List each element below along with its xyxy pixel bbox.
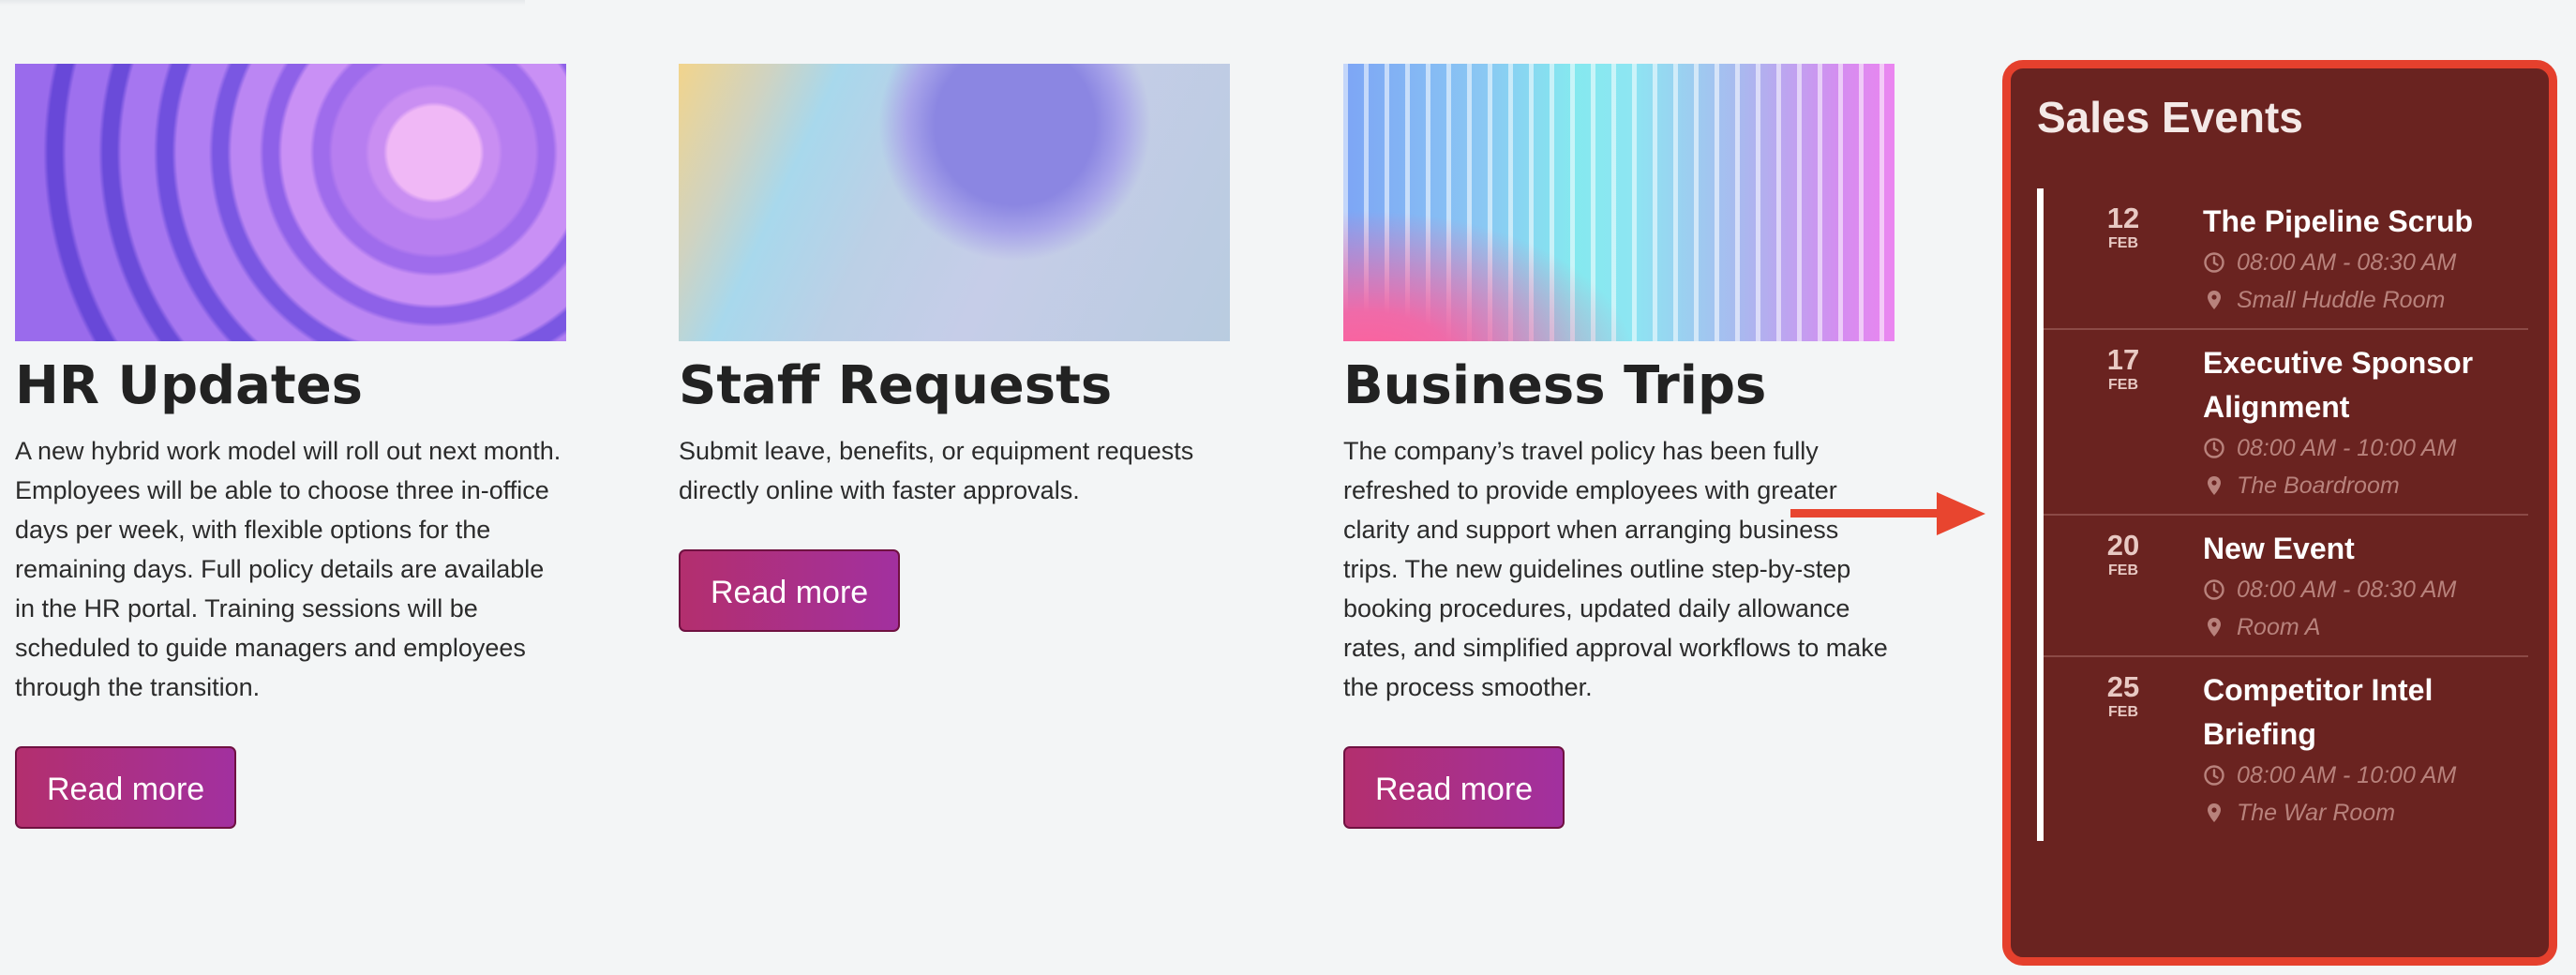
event-location-text: The Boardroom xyxy=(2237,472,2400,499)
event-item[interactable]: 12 FEB The Pipeline Scrub 08:00 AM - 08:… xyxy=(2044,188,2528,330)
card-text: Submit leave, benefits, or equipment req… xyxy=(679,437,1194,504)
event-title[interactable]: Competitor Intel Briefing xyxy=(2203,668,2528,757)
event-time-text: 08:00 AM - 08:30 AM xyxy=(2237,577,2457,603)
event-month: FEB xyxy=(2108,377,2138,393)
clock-icon xyxy=(2204,438,2224,458)
events-list: 12 FEB The Pipeline Scrub 08:00 AM - 08:… xyxy=(2037,188,2528,841)
event-month: FEB xyxy=(2108,704,2138,720)
event-item[interactable]: 20 FEB New Event 08:00 AM - 08:30 AM Roo… xyxy=(2044,516,2528,657)
map-pin-icon xyxy=(2208,618,2221,637)
event-location: The War Room xyxy=(2203,794,2528,832)
card-title: Business Trips xyxy=(1343,355,1767,416)
event-day: 12 xyxy=(2106,202,2140,234)
event-title[interactable]: New Event xyxy=(2203,527,2528,571)
clock-icon xyxy=(2204,252,2224,273)
arrow-shaft xyxy=(1790,509,1940,518)
event-date: 20 FEB xyxy=(2044,527,2203,646)
event-location: Small Huddle Room xyxy=(2203,281,2528,319)
clock-icon xyxy=(2204,765,2224,786)
event-title[interactable]: The Pipeline Scrub xyxy=(2203,200,2528,244)
event-time: 08:00 AM - 08:30 AM xyxy=(2203,571,2528,608)
event-time-text: 08:00 AM - 08:30 AM xyxy=(2237,249,2457,276)
event-day: 20 xyxy=(2106,529,2140,562)
news-card-hr-updates: HR Updates A new hybrid work model will … xyxy=(15,64,566,829)
header-shadow xyxy=(0,0,525,6)
card-title: Staff Requests xyxy=(679,355,1113,416)
map-pin-icon xyxy=(2208,476,2221,495)
event-item[interactable]: 25 FEB Competitor Intel Briefing 08:00 A… xyxy=(2044,657,2528,841)
event-location-text: Small Huddle Room xyxy=(2237,287,2446,313)
event-title[interactable]: Executive Sponsor Alignment xyxy=(2203,341,2528,429)
event-body: New Event 08:00 AM - 08:30 AM Room A xyxy=(2203,527,2528,646)
event-item[interactable]: 17 FEB Executive Sponsor Alignment 08:00… xyxy=(2044,330,2528,516)
clock-icon xyxy=(2204,579,2224,600)
event-day: 17 xyxy=(2106,343,2140,376)
card-text: A new hybrid work model will roll out ne… xyxy=(15,437,562,701)
card-image-business-trips xyxy=(1343,64,1895,341)
event-location: The Boardroom xyxy=(2203,467,2528,504)
event-body: Executive Sponsor Alignment 08:00 AM - 1… xyxy=(2203,341,2528,504)
news-card-business-trips: Business Trips The company’s travel poli… xyxy=(1343,64,1895,829)
event-date: 12 FEB xyxy=(2044,200,2203,319)
read-more-button[interactable]: Read more xyxy=(1343,746,1565,829)
event-time: 08:00 AM - 08:30 AM xyxy=(2203,244,2528,281)
map-pin-icon xyxy=(2208,291,2221,309)
read-more-button[interactable]: Read more xyxy=(15,746,237,829)
events-title: Sales Events xyxy=(2037,93,2303,142)
card-text: The company’s travel policy has been ful… xyxy=(1343,437,1888,701)
event-month: FEB xyxy=(2108,562,2138,578)
map-pin-icon xyxy=(2208,803,2221,822)
event-date: 25 FEB xyxy=(2044,668,2203,832)
arrow-right-icon xyxy=(1790,492,1985,535)
event-time: 08:00 AM - 10:00 AM xyxy=(2203,757,2528,794)
event-body: The Pipeline Scrub 08:00 AM - 08:30 AM S… xyxy=(2203,200,2528,319)
event-month: FEB xyxy=(2108,235,2138,251)
card-title: HR Updates xyxy=(15,355,363,416)
read-more-button[interactable]: Read more xyxy=(679,549,901,632)
event-day: 25 xyxy=(2106,670,2140,703)
event-time-text: 08:00 AM - 10:00 AM xyxy=(2237,435,2457,461)
event-time-text: 08:00 AM - 10:00 AM xyxy=(2237,762,2457,788)
card-image-hr-updates xyxy=(15,64,566,341)
news-card-staff-requests: Staff Requests Submit leave, benefits, o… xyxy=(679,64,1230,632)
event-body: Competitor Intel Briefing 08:00 AM - 10:… xyxy=(2203,668,2528,832)
event-location-text: Room A xyxy=(2237,614,2321,640)
arrow-head xyxy=(1937,492,1985,535)
event-location: Room A xyxy=(2203,608,2528,646)
event-date: 17 FEB xyxy=(2044,341,2203,504)
card-image-staff-requests xyxy=(679,64,1230,341)
page: HR Updates A new hybrid work model will … xyxy=(0,0,2576,975)
sales-events-panel: Sales Events 12 FEB The Pipeline Scrub 0… xyxy=(2002,60,2557,966)
event-location-text: The War Room xyxy=(2237,800,2396,826)
event-time: 08:00 AM - 10:00 AM xyxy=(2203,429,2528,467)
